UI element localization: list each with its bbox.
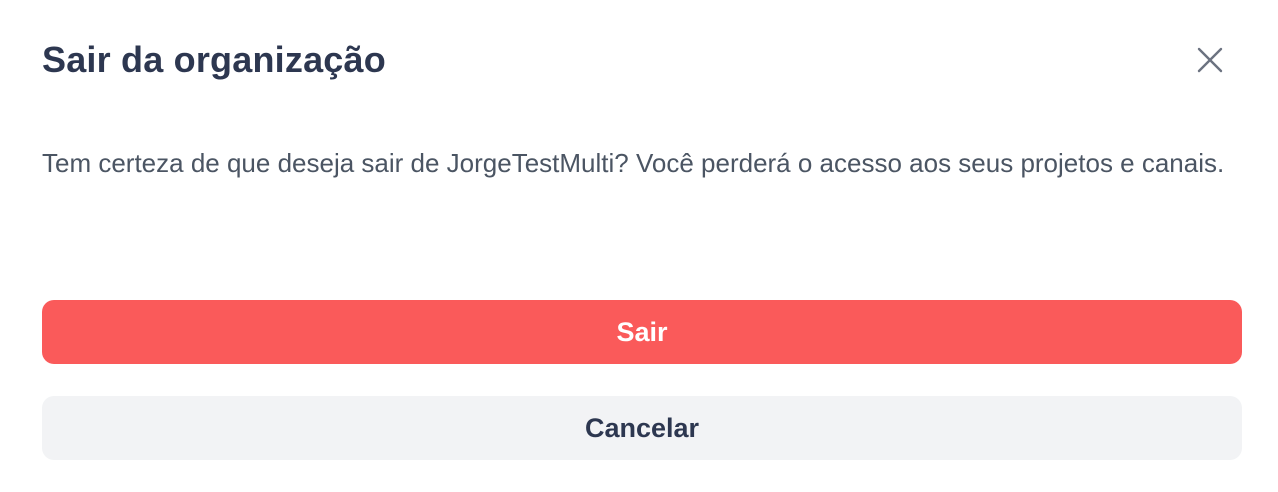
- leave-button[interactable]: Sair: [42, 300, 1242, 364]
- close-button[interactable]: [1190, 40, 1230, 80]
- close-icon: [1197, 47, 1223, 73]
- dialog-title: Sair da organização: [42, 39, 386, 80]
- cancel-button[interactable]: Cancelar: [42, 396, 1242, 460]
- leave-organization-dialog: Sair da organização Tem certeza de que d…: [0, 0, 1278, 492]
- dialog-message: Tem certeza de que deseja sair de JorgeT…: [42, 148, 1225, 178]
